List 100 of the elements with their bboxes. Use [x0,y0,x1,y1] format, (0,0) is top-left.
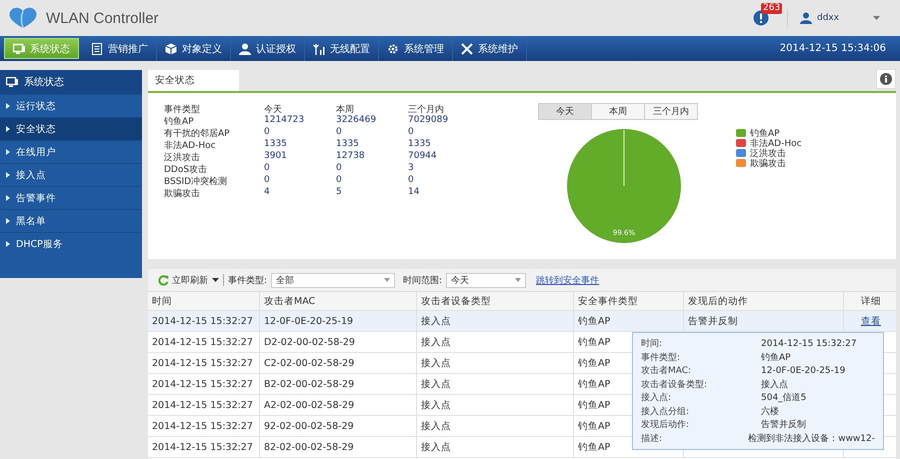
table-cell-text: 3 [408,163,415,175]
help-button[interactable] [876,69,896,89]
table-cell-text: 1335 [408,139,432,151]
table-cell-text: 0 [264,163,271,175]
table-cell-text: 4 [264,187,271,199]
detail-value: 告警并反制 [761,418,806,432]
table-cell-text: 0 [336,163,343,175]
nav-tab[interactable]: 认证授权 [231,36,305,61]
detail-value: 六楼 [761,406,779,418]
table-cell-text: 欺骗攻击 [164,188,201,199]
caret-icon [384,278,390,282]
table-cell: 12-0F-0E-20-25-19 [260,311,417,331]
sidebar-item[interactable]: 安全状态 [0,117,142,140]
table-cell-text: 12738 [336,151,366,163]
nav-tab[interactable]: 系统管理 [379,36,453,61]
sidebar-item[interactable]: 黑名单 [0,209,142,232]
table-cell: 2014-12-15 15:32:27 [148,374,260,394]
view-link[interactable]: 查看 [844,311,894,331]
table-cell: 接入点 [417,374,574,394]
sidebar-item[interactable]: 接入点 [0,163,142,186]
table-cell-text: DDoS攻击 [164,164,208,175]
arrow-right-icon [6,149,10,155]
table-cell: 2014-12-15 15:32:27 [148,311,260,331]
period-tab[interactable]: 本周 [592,104,645,119]
table-cell: 2014-12-15 15:32:27 [148,353,260,373]
time-range-label: 时间范围: [403,274,442,286]
user-icon [239,42,251,54]
table-cell-text: 0 [408,175,415,187]
column-header: 三个月内 [408,104,445,115]
table-cell-text: 5 [336,187,343,199]
sidebar-header: 系统状态 [0,70,142,94]
nav-tab[interactable]: 无线配置 [305,36,379,61]
table-row[interactable]: 2014-12-15 15:32:27 12-0F-0E-20-25-19 接入点 钓鱼AP 告警并反制 查看 [148,311,896,332]
app-title: WLAN Controller [46,10,159,26]
event-type-label: 事件类型: [228,274,268,286]
security-events-link[interactable]: 跳转到安全事件 [536,274,600,286]
alarm-count-badge: 263 [761,3,782,14]
table-cell-text: 7029089 [408,115,450,127]
column-header: 发现后的动作 [684,292,844,310]
nav-tab[interactable]: 营销推广 [83,36,157,61]
cube-icon [165,42,177,54]
table-cell: 接入点 [417,353,574,373]
legend-label: 泛洪攻击 [750,147,786,158]
user-menu[interactable]: ddxx [800,12,880,24]
table-cell: B2-02-00-02-58-29 [260,374,417,394]
detail-value: 钓鱼AP [761,352,791,364]
detail-value: 2014-12-15 15:32:27 [761,338,857,349]
column-header: 详细 [860,294,882,308]
detail-label: 事件类型: [641,352,682,364]
refresh-button[interactable]: 立即刷新 [158,274,208,286]
current-datetime: 2014-12-15 15:34:06 [780,43,886,54]
caret-icon [515,278,522,282]
legend-label: 欺骗攻击 [750,158,786,170]
table-cell-text: 钓鱼AP [164,116,195,127]
arrow-right-icon [6,103,10,109]
legend-label: 非法AD-Hoc [750,137,802,148]
antenna-icon [313,42,325,54]
table-cell: 92-02-00-02-58-29 [260,416,417,436]
table-cell-text: 泛洪攻击 [164,152,201,163]
nav-tab[interactable]: 系统维护 [453,36,527,61]
arrow-right-icon [6,195,10,201]
sidebar-item[interactable]: DHCP服务 [0,232,142,255]
info-icon [880,73,892,85]
arrow-right-icon [6,126,10,132]
time-range-select[interactable]: 今天 [446,272,526,288]
monitor-icon [6,76,18,88]
table-cell: 告警并反制 [684,311,844,331]
detail-value: 12-0F-0E-20-25-19 [761,366,846,376]
heart-logo-icon [8,6,38,30]
table-cell: C2-02-00-02-58-29 [260,353,417,373]
table-cell: 钓鱼AP [574,311,684,331]
table-cell: 2014-12-15 15:32:27 [148,416,260,436]
table-cell: 接入点 [417,332,574,352]
caret-icon[interactable] [212,278,219,282]
event-type-select[interactable]: 全部 [271,272,396,288]
sidebar-item[interactable]: 在线用户 [0,140,142,163]
table-cell-text: 1335 [336,139,360,151]
sidebar-item[interactable]: 告警事件 [0,186,142,209]
table-cell-text: 0 [336,175,343,187]
table-cell: 2014-12-15 15:32:27 [148,395,260,415]
table-cell: 接入点 [417,437,574,457]
table-cell-text: 70944 [408,151,438,163]
table-cell-text: 1335 [264,139,288,151]
table-cell-text: 1214723 [264,115,306,127]
column-header: 攻击者MAC [260,292,417,310]
panel-tab[interactable]: 安全状态 [148,70,239,91]
user-icon [800,12,812,24]
period-tab[interactable]: 三个月内 [645,104,697,119]
table-cell-text: 0 [336,127,343,139]
period-tab[interactable]: 今天 [539,104,592,119]
column-header: 本周 [336,104,355,115]
nav-tab[interactable]: 对象定义 [157,36,231,61]
table-cell: 接入点 [417,395,574,415]
table-cell: D2-02-00-02-58-29 [260,332,417,352]
refresh-icon [158,274,169,286]
table-cell-text: 3901 [264,151,288,163]
table-cell-text: 非法AD-Hoc [164,140,217,151]
monitor-icon [13,42,25,54]
table-cell: 82-02-00-02-58-29 [260,437,417,457]
table-cell-text: BSSID冲突检测 [164,176,228,187]
